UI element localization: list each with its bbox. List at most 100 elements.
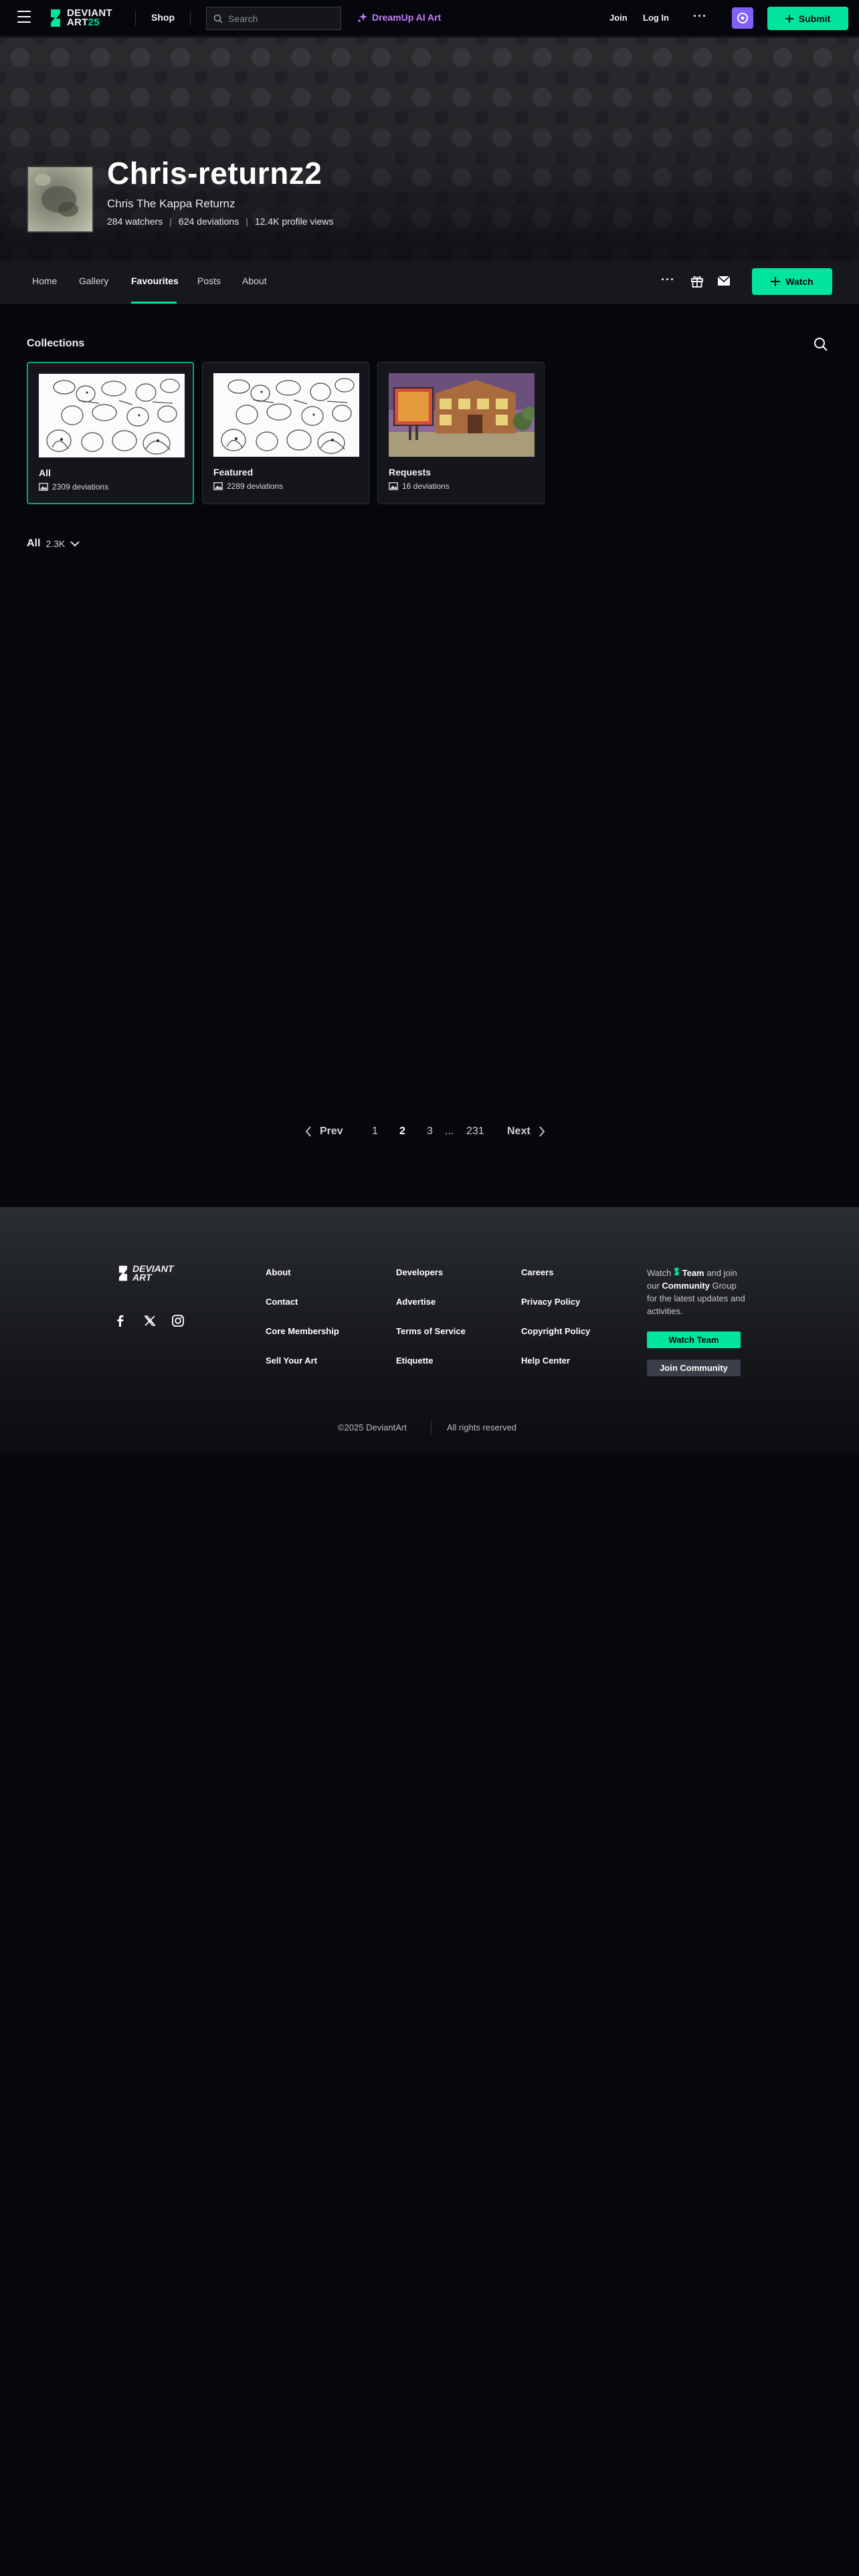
logo-line2: ART [67, 17, 88, 28]
deviantart-logo[interactable]: DEVIANT ART 25 [50, 7, 112, 29]
collection-thumbnail [389, 373, 535, 457]
search-icon[interactable] [814, 337, 828, 352]
logo-year: 25 [88, 17, 100, 28]
submit-label: Submit [798, 13, 831, 24]
x-icon[interactable] [143, 1314, 157, 1327]
footer-link-sell-your-art[interactable]: Sell Your Art [266, 1356, 317, 1366]
page-link-2-current[interactable]: 2 [399, 1125, 405, 1138]
chevron-right-icon [539, 1126, 545, 1137]
mail-icon[interactable] [717, 276, 731, 286]
image-icon [389, 482, 398, 490]
collection-filter-dropdown[interactable]: All 2.3K [27, 538, 80, 550]
shop-link[interactable]: Shop [151, 12, 175, 23]
footer-link-core-membership[interactable]: Core Membership [266, 1326, 339, 1336]
pagination: Prev 1 2 3 ... 231 Next [0, 1125, 859, 1146]
submit-button[interactable]: Submit [767, 7, 848, 30]
dreamup-label: DreamUp AI Art [372, 12, 442, 23]
plus-icon [771, 277, 781, 286]
deviantart-logo-icon [674, 1267, 679, 1276]
footer-link-contact[interactable]: Contact [266, 1297, 298, 1307]
watch-button[interactable]: Watch [752, 268, 832, 295]
profile-tagline: Chris The Kappa Returnz [107, 197, 235, 210]
watch-team-word: Team [682, 1268, 704, 1278]
gift-icon[interactable] [690, 274, 704, 288]
next-page-button[interactable]: Next [507, 1125, 545, 1138]
profile-username: Chris-returnz2 [107, 156, 322, 191]
collection-count: 16 deviations [402, 481, 450, 491]
collection-name: All [39, 467, 51, 478]
more-menu-button[interactable]: ··· [693, 9, 707, 23]
collection-card-featured[interactable]: Featured 2289 deviations [202, 362, 369, 504]
profile-banner [0, 37, 859, 261]
join-link[interactable]: Join [609, 13, 628, 23]
footer-link-privacy[interactable]: Privacy Policy [521, 1297, 580, 1307]
tab-about[interactable]: About [242, 276, 267, 286]
footer-link-terms[interactable]: Terms of Service [396, 1326, 466, 1336]
deviantart-logo-icon [51, 9, 60, 27]
collection-name: Featured [213, 467, 254, 477]
collection-card-all[interactable]: All 2309 deviations [27, 362, 194, 504]
divider [135, 11, 136, 25]
footer-link-careers[interactable]: Careers [521, 1267, 553, 1277]
image-icon [39, 483, 48, 491]
search-box[interactable] [206, 7, 341, 30]
collection-name: Requests [389, 467, 432, 477]
footer-link-advertise[interactable]: Advertise [396, 1297, 436, 1307]
chevron-left-icon [305, 1126, 311, 1137]
watch-team-button[interactable]: Watch Team [647, 1331, 741, 1348]
divider [190, 11, 191, 25]
footer-link-etiquette[interactable]: Etiquette [396, 1356, 434, 1366]
tab-favourites[interactable]: Favourites [131, 276, 179, 286]
dreamup-link[interactable]: DreamUp AI Art [357, 12, 441, 23]
sketch-artwork-thumbnail [39, 374, 185, 457]
page-ellipsis: ... [445, 1125, 454, 1137]
sketch-artwork-thumbnail [213, 373, 359, 457]
core-badge-button[interactable] [732, 7, 753, 29]
tab-home[interactable]: Home [32, 276, 57, 286]
tab-posts[interactable]: Posts [197, 276, 221, 286]
prev-label: Prev [320, 1125, 343, 1137]
collection-meta: 2289 deviations [213, 481, 283, 491]
watch-prefix: Watch [647, 1268, 672, 1278]
prev-page-button[interactable]: Prev [305, 1125, 343, 1138]
watch-team-description: Watch Team and join our Community Group … [647, 1267, 747, 1317]
instagram-icon[interactable] [171, 1314, 185, 1327]
sparkle-icon [357, 13, 367, 23]
footer-link-copyright[interactable]: Copyright Policy [521, 1326, 590, 1336]
collection-card-requests[interactable]: Requests 16 deviations [377, 362, 545, 504]
collection-thumbnail [39, 374, 185, 457]
copyright-text: ©2025 DeviantArt [338, 1422, 407, 1432]
search-icon [213, 14, 223, 23]
profile-stats: 284 watchers | 624 deviations | 12.4K pr… [107, 216, 333, 227]
tab-more-button[interactable]: ··· [661, 273, 675, 287]
next-label: Next [507, 1125, 531, 1137]
deviantart-logo-icon [118, 1265, 128, 1281]
menu-icon[interactable] [17, 11, 31, 24]
avatar[interactable] [27, 166, 94, 233]
top-navigation-bar: DEVIANT ART25 Shop DreamUp AI Art Join L… [0, 0, 859, 37]
watch-community-word: Community [662, 1281, 710, 1291]
page-link-3[interactable]: 3 [427, 1125, 433, 1138]
rights-text: All rights reserved [447, 1422, 517, 1432]
search-input[interactable] [228, 13, 328, 24]
watchers-count[interactable]: 284 watchers [107, 216, 163, 227]
filter-label: All [27, 538, 41, 549]
footer-logo[interactable]: DEVIANT ART [118, 1264, 173, 1282]
page-link-1[interactable]: 1 [372, 1125, 378, 1138]
footer-link-about[interactable]: About [266, 1267, 291, 1277]
image-icon [213, 482, 223, 490]
facebook-icon[interactable] [114, 1314, 127, 1327]
profile-views-count: 12.4K profile views [254, 216, 334, 227]
footer-link-developers[interactable]: Developers [396, 1267, 443, 1277]
stat-separator: | [246, 216, 248, 227]
login-link[interactable]: Log In [643, 13, 669, 23]
collections-heading: Collections [27, 338, 85, 349]
tab-gallery[interactable]: Gallery [79, 276, 108, 286]
deviations-count[interactable]: 624 deviations [179, 216, 239, 227]
collection-count: 2309 deviations [52, 482, 109, 492]
footer-link-help-center[interactable]: Help Center [521, 1356, 570, 1366]
page-link-last[interactable]: 231 [466, 1125, 484, 1138]
filter-count: 2.3K [45, 538, 66, 549]
join-community-button[interactable]: Join Community [647, 1360, 741, 1376]
collection-count: 2289 deviations [227, 481, 284, 491]
